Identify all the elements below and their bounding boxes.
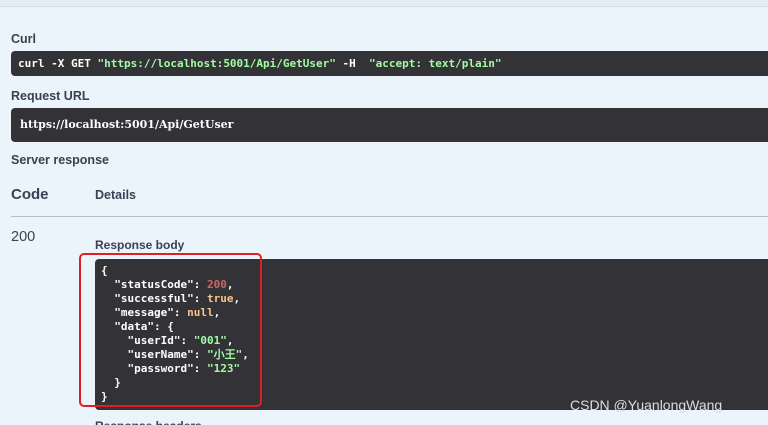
curl-label: Curl xyxy=(11,32,36,46)
code-column-header: Code xyxy=(11,186,49,203)
details-column-header: Details xyxy=(95,188,136,202)
json-password: "123" xyxy=(206,362,241,375)
server-response-label: Server response xyxy=(11,153,109,167)
top-strip xyxy=(0,0,768,7)
watermark: CSDN @YuanlongWang xyxy=(570,397,723,413)
json-statusCode: 200 xyxy=(206,278,227,291)
response-headers-label: Response headers xyxy=(95,419,202,425)
json-userId: "001" xyxy=(193,334,227,347)
curl-url: "https://localhost:5001/Api/GetUser" xyxy=(97,57,336,70)
table-divider xyxy=(11,216,768,217)
curl-flag: -H xyxy=(335,57,370,70)
response-body-label: Response body xyxy=(95,238,185,252)
response-body-box[interactable]: { "statusCode": 200, "successful": true,… xyxy=(95,259,768,410)
curl-command: curl -X GET xyxy=(18,57,98,70)
response-body-json: { "statusCode": 200, "successful": true,… xyxy=(101,264,249,403)
json-userName: "小王" xyxy=(206,348,243,361)
json-successful: true xyxy=(206,292,234,305)
request-url-label: Request URL xyxy=(11,89,90,103)
request-url-box[interactable]: https://localhost:5001/Api/GetUser xyxy=(11,108,768,142)
json-message: null xyxy=(187,306,214,319)
curl-command-box[interactable]: curl -X GET "https://localhost:5001/Api/… xyxy=(11,51,768,76)
curl-header: "accept: text/plain" xyxy=(369,57,502,70)
status-code: 200 xyxy=(11,229,36,245)
